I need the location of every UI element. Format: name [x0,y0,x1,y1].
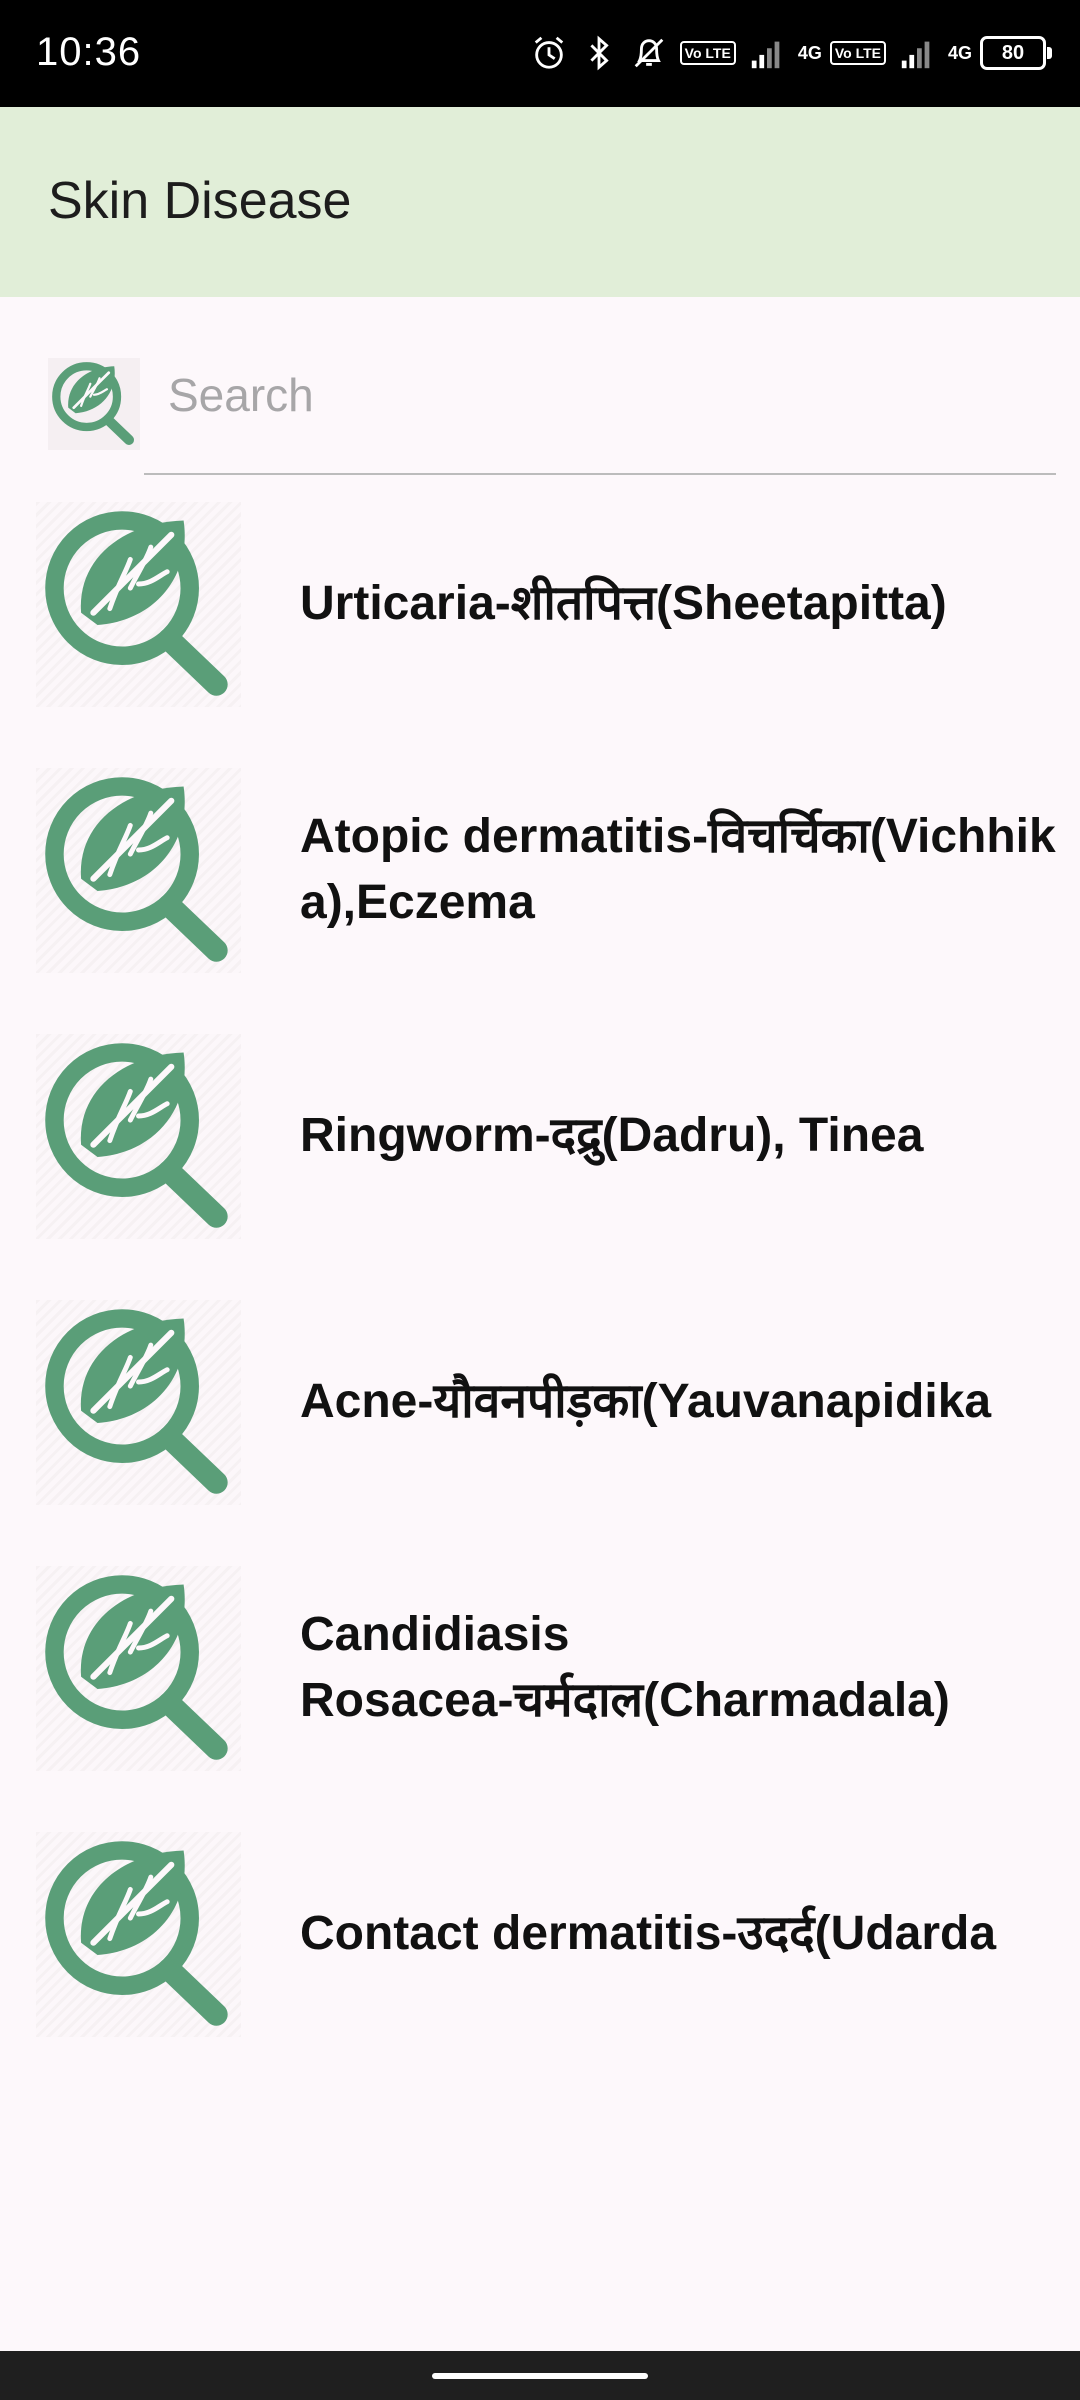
leaf-magnifier-icon [36,1566,241,1771]
bluetooth-icon [590,35,609,71]
list-item-text: Ringworm-दद्रु(Dadru), Tinea [300,1032,1056,1239]
disease-list: Urticaria-शीतपित्त(Sheetapitta) Atopic de… [0,500,1080,2096]
battery-level: 80 [1001,41,1025,64]
search-underline [144,473,1056,475]
app-bar: Skin Disease [0,107,1080,297]
status-time: 10:36 [36,30,142,74]
leaf-magnifier-icon [36,502,241,707]
disease-name: Atopic dermatitis-विचर्चिका(Vichhika),Ec… [300,809,1056,929]
list-item-text: Candidiasis Rosacea-चर्मदाल(Charmadala) [300,1564,1056,1771]
leaf-magnifier-icon [36,768,241,973]
leaf-magnifier-icon [48,358,140,450]
status-bar: 10:36 Vo LTE 4G Vo LTE 4G 80 [0,0,1080,107]
page-title: Skin Disease [48,172,352,230]
list-item[interactable]: Urticaria-शीतपित्त(Sheetapitta) [0,500,1080,766]
list-item-text: Acne-यौवनपीड़का(Yauvanapidika [300,1298,1056,1505]
volte-icon: Vo LTE [679,41,736,65]
disease-name: Ringworm-दद्रु(Dadru), Tinea [300,1108,924,1162]
alarm-icon [534,36,563,69]
status-icons: Vo LTE 4G Vo LTE 4G 80 [530,30,1052,76]
disease-name: Acne-यौवनपीड़का(Yauvanapidika [300,1374,992,1428]
signal-icon [751,41,780,69]
disease-name: Candidiasis Rosacea-चर्मदाल(Charmadala) [300,1607,950,1727]
volte-icon: Vo LTE [829,41,886,65]
disease-name: Contact dermatitis-उदर्द(Udarda [300,1906,997,1960]
network-label: 4G [947,42,972,63]
search-input[interactable] [146,360,1056,430]
list-item-text: Contact dermatitis-उदर्द(Udarda [300,1830,1056,2037]
search-bar [0,340,1080,475]
leaf-magnifier-icon [36,1034,241,1239]
signal-icon [901,41,930,69]
list-item-text: Urticaria-शीतपित्त(Sheetapitta) [300,500,1056,707]
disease-name: Urticaria-शीतपित्त(Sheetapitta) [300,576,947,630]
leaf-magnifier-icon [36,1832,241,2037]
bell-muted-icon [634,38,663,68]
list-item[interactable]: Ringworm-दद्रु(Dadru), Tinea [0,1032,1080,1298]
home-gesture-handle[interactable] [432,2373,648,2379]
network-label: 4G [797,42,822,63]
list-item[interactable]: Contact dermatitis-उदर्द(Udarda [0,1830,1080,2096]
battery-icon: 80 [980,36,1052,70]
list-item[interactable]: Candidiasis Rosacea-चर्मदाल(Charmadala) [0,1564,1080,1830]
list-item[interactable]: Atopic dermatitis-विचर्चिका(Vichhika),Ec… [0,766,1080,1032]
leaf-magnifier-icon [36,1300,241,1505]
list-item[interactable]: Acne-यौवनपीड़का(Yauvanapidika [0,1298,1080,1564]
list-item-text: Atopic dermatitis-विचर्चिका(Vichhika),Ec… [300,766,1056,973]
navigation-bar [0,2351,1080,2400]
